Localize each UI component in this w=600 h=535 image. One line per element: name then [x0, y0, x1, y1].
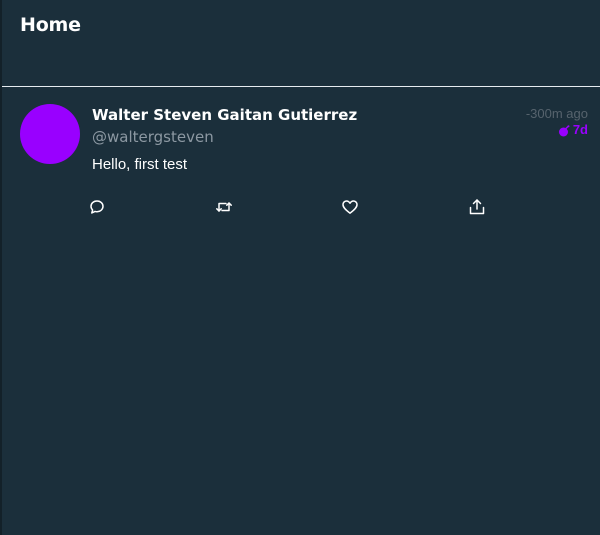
page-title: Home — [20, 14, 81, 36]
share-button[interactable] — [468, 198, 486, 216]
heart-icon — [341, 198, 359, 216]
author-name[interactable]: Walter Steven Gaitan Gutierrez — [92, 106, 357, 124]
like-button[interactable] — [341, 198, 359, 216]
tweet-actions — [88, 198, 488, 220]
expiry-label: 7d — [572, 122, 588, 137]
share-icon — [468, 198, 486, 216]
tweet-text: Hello, first test — [92, 156, 188, 173]
avatar[interactable] — [20, 104, 80, 164]
retweet-icon — [215, 198, 233, 216]
author-handle[interactable]: @waltergsteven — [92, 128, 214, 146]
tweet-timestamp: -300m ago — [525, 106, 588, 121]
page-header: Home — [2, 0, 600, 87]
retweet-button[interactable] — [215, 198, 233, 216]
comment-icon — [88, 198, 106, 216]
tweet-expiry: 7d — [526, 122, 588, 138]
tweet-item[interactable]: Walter Steven Gaitan Gutierrez @waltergs… — [2, 88, 600, 228]
app-frame: Home Walter Steven Gaitan Gutierrez @wal… — [0, 0, 600, 535]
tweet-meta: -300m ago 7d — [526, 106, 588, 138]
reply-button[interactable] — [88, 198, 106, 216]
bomb-icon — [558, 124, 570, 137]
